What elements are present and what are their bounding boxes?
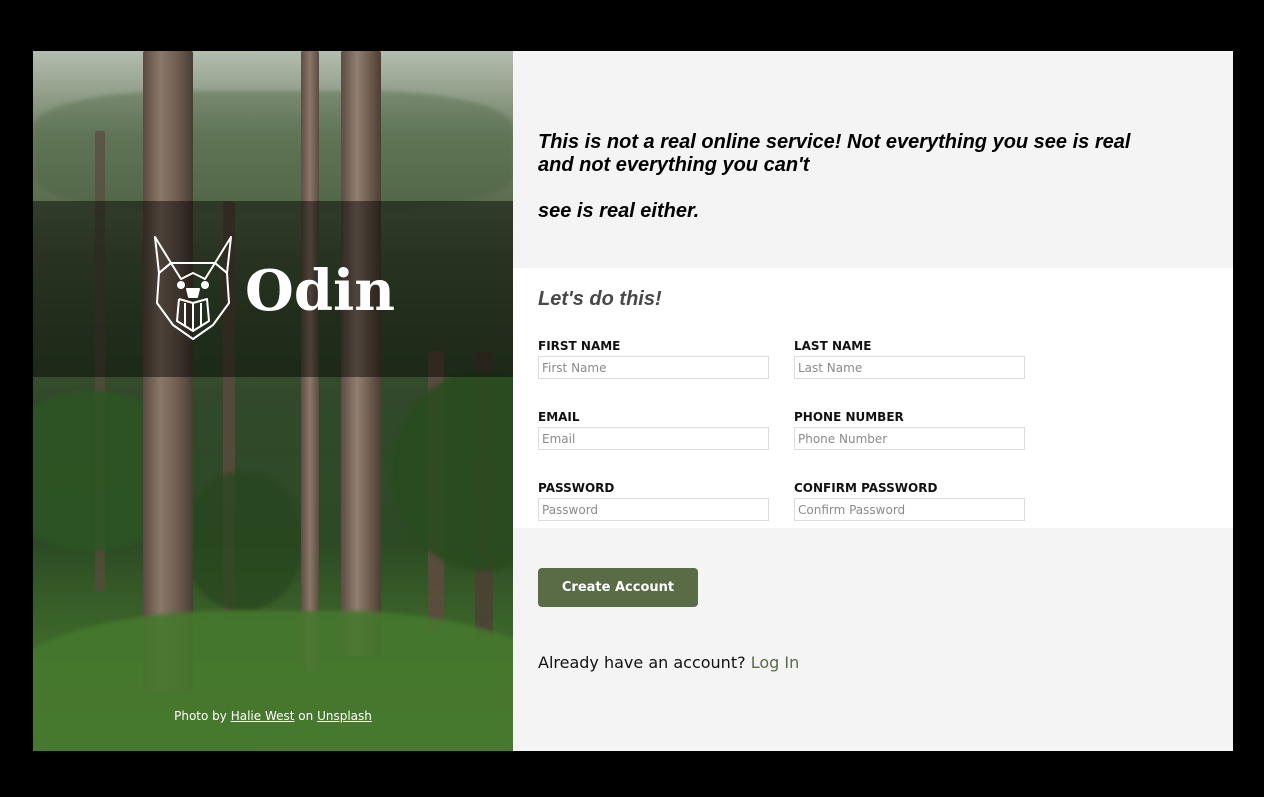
- photographer-link[interactable]: Halie West: [231, 709, 295, 723]
- last-name-input[interactable]: [794, 356, 1025, 379]
- canopy-shade: [33, 91, 513, 211]
- intro-section: This is not a real online service! Not e…: [513, 51, 1233, 268]
- password-label: PASSWORD: [538, 481, 615, 495]
- fern-foreground: [33, 611, 513, 751]
- actions-section: Create Account Already have an account? …: [513, 528, 1233, 751]
- signup-page: Odin Photo by Halie West on Unsplash Thi…: [33, 51, 1233, 751]
- phone-number-field: PHONE NUMBER: [794, 410, 1025, 450]
- first-name-label: FIRST NAME: [538, 339, 621, 353]
- log-in-link[interactable]: Log In: [751, 653, 800, 672]
- form-heading: Let's do this!: [538, 288, 662, 310]
- last-name-label: LAST NAME: [794, 339, 872, 353]
- first-name-field: FIRST NAME: [538, 339, 769, 379]
- confirm-password-input[interactable]: [794, 498, 1025, 521]
- first-name-input[interactable]: [538, 356, 769, 379]
- signup-form-panel: This is not a real online service! Not e…: [513, 51, 1233, 751]
- foliage: [183, 471, 303, 611]
- forest-photo-panel: Odin Photo by Halie West on Unsplash: [33, 51, 513, 751]
- credit-prefix: Photo by: [174, 709, 227, 723]
- last-name-field: LAST NAME: [794, 339, 1025, 379]
- brand-name: Odin: [245, 258, 395, 324]
- intro-text-line1: This is not a real online service! Not e…: [538, 131, 1131, 176]
- photo-credit: Photo by Halie West on Unsplash: [33, 709, 513, 723]
- create-account-button[interactable]: Create Account: [538, 568, 698, 607]
- phone-number-input[interactable]: [794, 427, 1025, 450]
- brand-banner: Odin: [33, 201, 513, 377]
- phone-number-label: PHONE NUMBER: [794, 410, 904, 424]
- foliage: [393, 371, 513, 571]
- credit-middle: on: [298, 709, 314, 723]
- email-input[interactable]: [538, 427, 769, 450]
- password-input[interactable]: [538, 498, 769, 521]
- email-field: EMAIL: [538, 410, 769, 450]
- login-prompt: Already have an account? Log In: [538, 653, 1233, 672]
- form-section: Let's do this! FIRST NAME LAST NAME EMAI…: [513, 268, 1233, 528]
- email-label: EMAIL: [538, 410, 580, 424]
- confirm-password-field: CONFIRM PASSWORD: [794, 481, 1025, 521]
- form-fields-grid: FIRST NAME LAST NAME EMAIL PHONE NUMBER …: [538, 339, 1233, 521]
- login-prompt-text: Already have an account?: [538, 653, 746, 672]
- intro-text-line2: see is real either.: [538, 200, 700, 222]
- confirm-password-label: CONFIRM PASSWORD: [794, 481, 938, 495]
- viking-dog-logo-icon: [151, 233, 235, 345]
- password-field: PASSWORD: [538, 481, 769, 521]
- unsplash-link[interactable]: Unsplash: [317, 709, 372, 723]
